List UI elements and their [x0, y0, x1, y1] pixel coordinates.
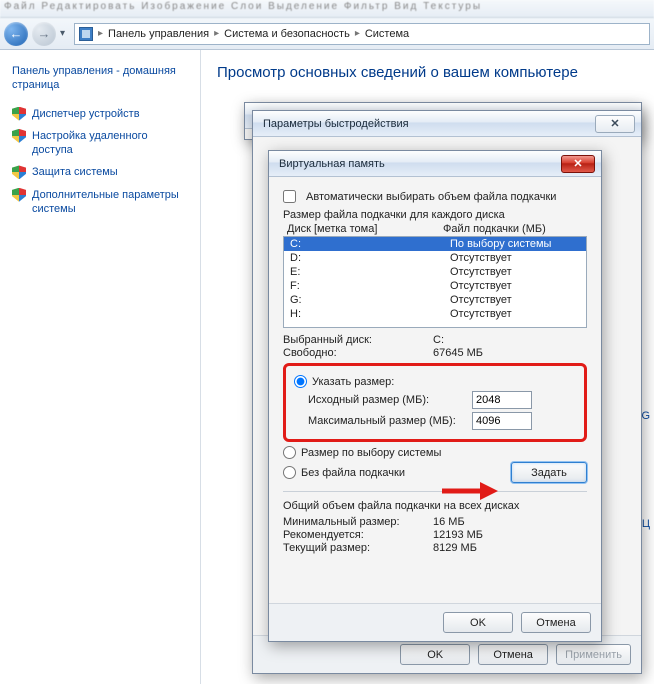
drive-pagefile-status: Отсутствует [444, 293, 586, 307]
breadcrumb-sep: ▸ [98, 28, 103, 39]
annotation-red-box: Указать размер: Исходный размер (МБ): Ма… [283, 363, 587, 442]
maximum-size-input[interactable] [472, 412, 532, 430]
drive-pagefile-status: Отсутствует [444, 251, 586, 265]
sidebar-item-label: Дополнительные параметры системы [32, 188, 188, 217]
back-button[interactable]: ← [4, 22, 28, 46]
recommended-size-label: Рекомендуется: [283, 529, 433, 541]
explorer-navbar: ← → ▾ ▸ Панель управления ▸ Система и бе… [0, 18, 654, 50]
ok-button[interactable]: OK [400, 644, 470, 665]
drive-letter: D: [284, 251, 444, 265]
min-size-value: 16 МБ [433, 516, 465, 528]
custom-size-radio[interactable] [294, 375, 307, 388]
drive-letter: G: [284, 293, 444, 307]
sidebar-item-remote-settings[interactable]: Настройка удаленного доступа [12, 129, 188, 158]
sidebar-item-device-manager[interactable]: Диспетчер устройств [12, 107, 188, 121]
cancel-button[interactable]: Отмена [521, 612, 591, 633]
sidebar: Панель управления - домашняя страница Ди… [0, 50, 200, 684]
address-bar[interactable]: ▸ Панель управления ▸ Система и безопасн… [74, 23, 650, 45]
no-pagefile-radio[interactable] [283, 466, 296, 479]
shield-icon [12, 107, 26, 121]
cancel-button[interactable]: Отмена [478, 644, 548, 665]
close-button[interactable]: ✕ [595, 115, 635, 133]
system-managed-radio[interactable] [283, 446, 296, 459]
initial-size-label: Исходный размер (МБ): [308, 394, 464, 406]
right-truncated-link: G [641, 410, 650, 422]
right-truncated-link: Ц [642, 518, 650, 530]
apply-button[interactable]: Применить [556, 644, 631, 665]
free-space-value: 67645 МБ [433, 347, 483, 359]
sidebar-item-label: Защита системы [32, 165, 118, 179]
drive-letter: F: [284, 279, 444, 293]
free-space-label: Свободно: [283, 347, 433, 359]
breadcrumb-sep: ▸ [355, 28, 360, 39]
shield-icon [12, 188, 26, 202]
breadcrumb-sep: ▸ [214, 28, 219, 39]
drive-pagefile-status: Отсутствует [444, 307, 586, 321]
recommended-size-value: 12193 МБ [433, 529, 483, 541]
drive-pagefile-status: Отсутствует [444, 265, 586, 279]
per-drive-heading: Размер файла подкачки для каждого диска [283, 209, 587, 221]
no-pagefile-label: Без файла подкачки [301, 467, 405, 479]
dialog-title: Параметры быстродействия [263, 118, 409, 130]
forward-button[interactable]: → [32, 22, 56, 46]
drive-row[interactable]: E:Отсутствует [284, 265, 586, 279]
drive-letter: C: [284, 237, 444, 251]
drive-list[interactable]: C:По выбору системыD:ОтсутствуетE:Отсутс… [283, 236, 587, 328]
shield-icon [12, 129, 26, 143]
selected-drive-label: Выбранный диск: [283, 334, 433, 346]
drive-list-header-drive: Диск [метка тома] [283, 223, 443, 235]
dialog-title: Виртуальная память [279, 158, 385, 170]
total-pagefile-heading: Общий объем файла подкачки на всех диска… [283, 500, 587, 512]
shield-icon [12, 165, 26, 179]
drive-letter: H: [284, 307, 444, 321]
drive-row[interactable]: D:Отсутствует [284, 251, 586, 265]
page-title: Просмотр основных сведений о вашем компь… [217, 64, 638, 81]
virtual-memory-dialog: Виртуальная память ✕ Автоматически выбир… [268, 150, 602, 642]
current-size-value: 8129 МБ [433, 542, 477, 554]
nav-history-dropdown[interactable]: ▾ [60, 28, 70, 39]
sidebar-home-link[interactable]: Панель управления - домашняя страница [12, 64, 188, 93]
sidebar-item-advanced-settings[interactable]: Дополнительные параметры системы [12, 188, 188, 217]
current-size-label: Текущий размер: [283, 542, 433, 554]
drive-row[interactable]: H:Отсутствует [284, 307, 586, 321]
drive-pagefile-status: Отсутствует [444, 279, 586, 293]
ok-button[interactable]: OK [443, 612, 513, 633]
drive-letter: E: [284, 265, 444, 279]
drive-row[interactable]: G:Отсутствует [284, 293, 586, 307]
system-managed-label: Размер по выбору системы [301, 447, 441, 459]
breadcrumb-mid[interactable]: Система и безопасность [224, 28, 350, 40]
drive-row[interactable]: C:По выбору системы [284, 237, 586, 251]
close-button[interactable]: ✕ [561, 155, 595, 173]
dialog-footer: OK Отмена [269, 603, 601, 641]
selected-drive-value: C: [433, 334, 444, 346]
control-panel-icon [79, 27, 93, 41]
sidebar-item-label: Диспетчер устройств [32, 107, 140, 121]
initial-size-input[interactable] [472, 391, 532, 409]
auto-manage-checkbox[interactable] [283, 190, 296, 203]
drive-list-header-pagefile: Файл подкачки (МБ) [443, 223, 546, 235]
custom-size-label: Указать размер: [312, 376, 394, 388]
sidebar-item-system-protection[interactable]: Защита системы [12, 165, 188, 179]
breadcrumb-leaf[interactable]: Система [365, 28, 409, 40]
drive-row[interactable]: F:Отсутствует [284, 279, 586, 293]
set-button[interactable]: Задать [511, 462, 587, 483]
min-size-label: Минимальный размер: [283, 516, 433, 528]
breadcrumb-root[interactable]: Панель управления [108, 28, 209, 40]
host-menubar: Файл Редактировать Изображение Слои Выде… [0, 0, 654, 18]
sidebar-item-label: Настройка удаленного доступа [32, 129, 188, 158]
maximum-size-label: Максимальный размер (МБ): [308, 415, 464, 427]
drive-pagefile-status: По выбору системы [444, 237, 586, 251]
auto-manage-label: Автоматически выбирать объем файла подка… [306, 191, 556, 203]
